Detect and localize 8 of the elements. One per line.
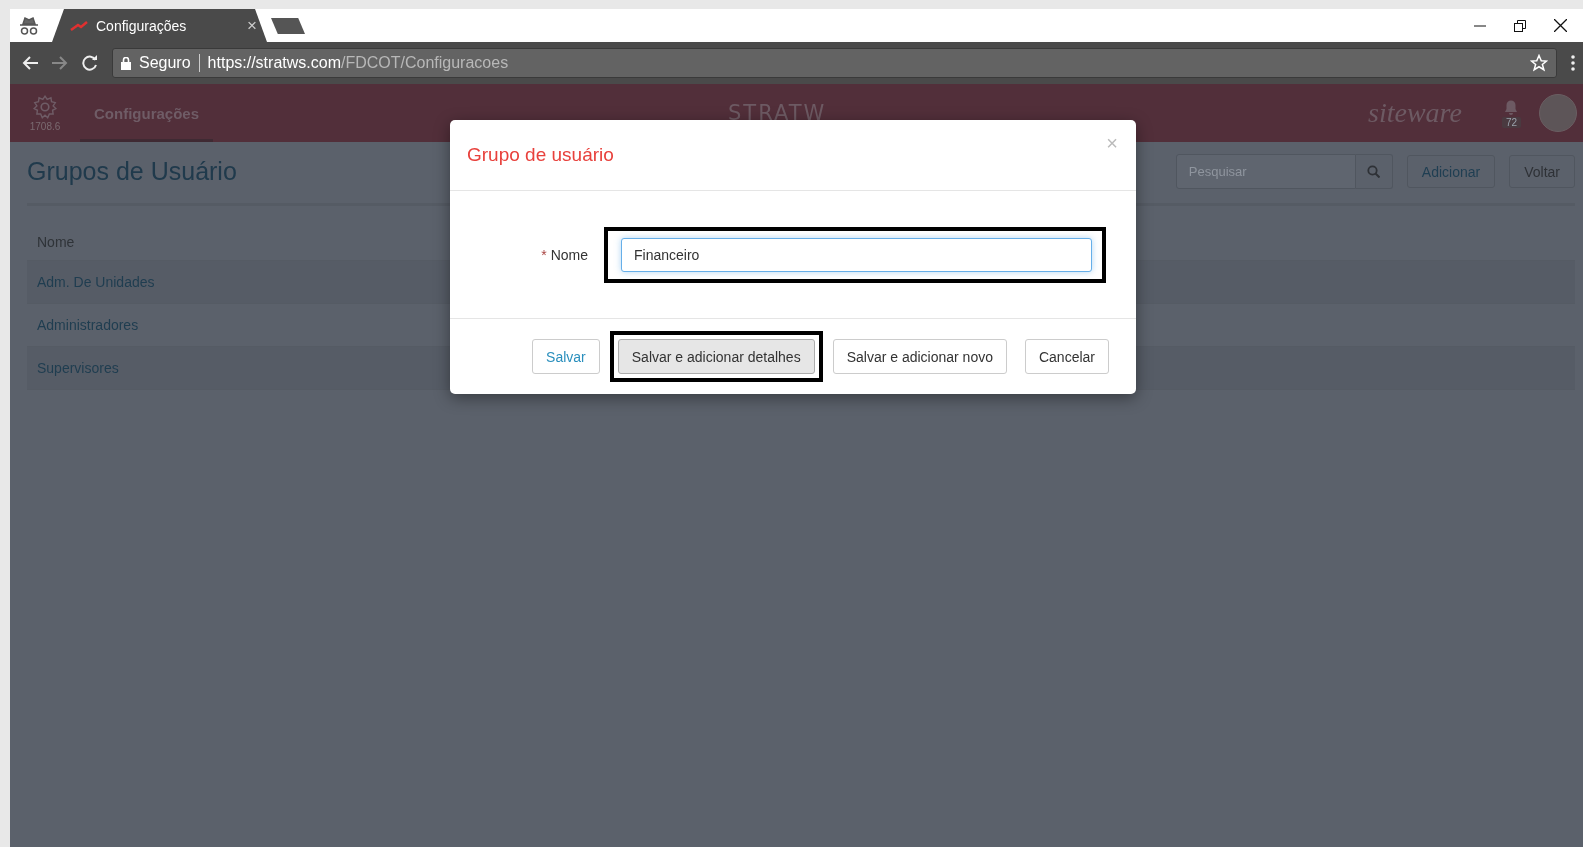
dialog-title: Grupo de usuário [467,144,614,166]
tab-title: Configurações [96,17,188,34]
field-label: * Nome [540,246,589,263]
url-text: https://stratws.com/FDCOT/Configuracoes [207,54,509,72]
security-label: Seguro [139,54,191,72]
version-label: 1708.6 [29,121,61,132]
page-title: Grupos de Usuário [27,157,237,186]
notification-count: 72 [1501,117,1521,128]
